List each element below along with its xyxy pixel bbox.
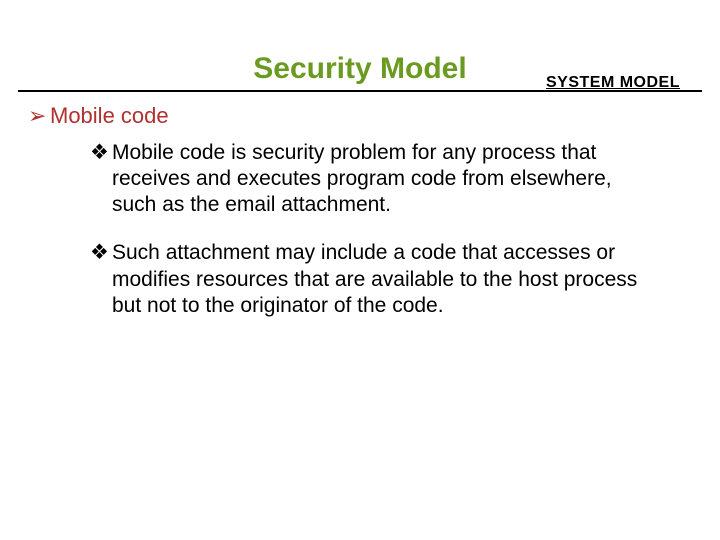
section-heading: ➢Mobile code: [28, 102, 692, 130]
section-heading-text: Mobile code: [50, 103, 169, 128]
arrow-bullet-icon: ➢: [28, 102, 50, 130]
diamond-bullet-icon: ❖: [90, 240, 112, 266]
diamond-bullet-icon: ❖: [90, 140, 112, 166]
list-item-text: Such attachment may include a code that …: [112, 241, 637, 317]
list-item: ❖Mobile code is security problem for any…: [90, 140, 652, 219]
header-label: SYSTEM MODEL: [546, 74, 680, 92]
content-area: ➢Mobile code ❖Mobile code is security pr…: [0, 102, 720, 319]
list-item-text: Mobile code is security problem for any …: [112, 141, 612, 217]
list-item: ❖Such attachment may include a code that…: [90, 240, 652, 319]
bullet-list: ❖Mobile code is security problem for any…: [90, 140, 652, 320]
